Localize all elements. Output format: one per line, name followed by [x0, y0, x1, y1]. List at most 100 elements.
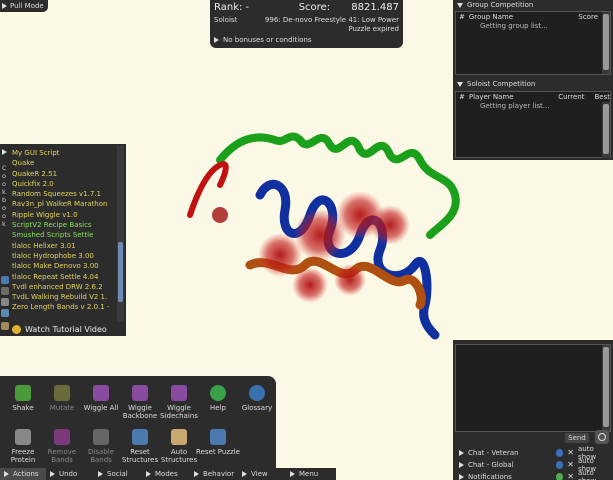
recipe-item[interactable]: Quake	[12, 158, 116, 168]
glossary-icon	[249, 385, 265, 401]
recipe-item[interactable]: Rav3n_pl WalkeR Marathon	[12, 199, 116, 209]
chat-scrollbar[interactable]	[602, 345, 610, 431]
close-icon[interactable]: ✕	[567, 448, 574, 457]
info-icon[interactable]	[555, 460, 564, 469]
bonuses-toggle[interactable]: No bonuses or conditions	[214, 36, 399, 44]
share-icon[interactable]	[1, 309, 9, 317]
recipe-item[interactable]: Tvdl enhanced DRW 2.6.2	[12, 282, 116, 292]
protein-viewport[interactable]	[180, 115, 480, 345]
send-button[interactable]: Send	[565, 433, 589, 443]
recipe-item[interactable]: tlaloc Repeat Settle 4.04	[12, 272, 116, 282]
tab-label: Social	[107, 470, 128, 478]
clock-icon[interactable]	[595, 430, 609, 444]
edit-icon[interactable]	[1, 322, 9, 330]
auto-structures-icon	[171, 429, 187, 445]
reset-puzzle-button[interactable]: Reset Puzzle	[196, 429, 240, 456]
watch-tutorial-label: Watch Tutorial Video	[25, 325, 107, 334]
group-list[interactable]: # Group Name Score Getting group list...	[455, 11, 611, 75]
tab-actions[interactable]: Actions	[0, 468, 46, 480]
expand-arrow-icon	[2, 3, 7, 9]
action-label: Mutate	[49, 404, 75, 412]
info-icon[interactable]	[555, 448, 564, 457]
col-score: Score	[578, 13, 598, 21]
group-scrollbar[interactable]	[602, 12, 610, 74]
puzzle-name: 996: De-novo Freestyle 41: Low Power	[264, 16, 399, 24]
add-recipe-icon[interactable]	[1, 276, 9, 284]
reset-structures-button[interactable]: Reset Structures	[118, 429, 162, 464]
auto-show-label[interactable]: auto show	[578, 469, 613, 480]
auto-structures-button[interactable]: Auto Structures	[157, 429, 201, 464]
freeze-icon	[15, 429, 31, 445]
disable-bands-icon	[93, 429, 109, 445]
reset-structures-icon	[132, 429, 148, 445]
smiley-icon	[12, 325, 21, 334]
recipe-item[interactable]: Random Squeezes v1.7.1	[12, 189, 116, 199]
score-label: Score:	[298, 2, 331, 13]
tab-view[interactable]: View	[238, 468, 286, 480]
pull-mode-label: Pull Mode	[10, 2, 44, 10]
info-icon[interactable]	[555, 472, 564, 480]
shake-button[interactable]: Shake	[1, 385, 45, 412]
mutate-button[interactable]: Mutate	[40, 385, 84, 412]
wiggle-all-button[interactable]: Wiggle All	[79, 385, 123, 412]
glow-sphere	[370, 205, 410, 245]
close-icon[interactable]: ✕	[567, 460, 574, 469]
close-icon[interactable]: ✕	[567, 472, 574, 480]
actions-panel: Shake Mutate Wiggle All Wiggle Backbone Wigg…	[0, 376, 276, 468]
cookbook-panel: Cookbook My GUI Script Quake QuakeR 2.51 Qu…	[0, 144, 126, 336]
wiggle-backbone-button[interactable]: Wiggle Backbone	[118, 385, 162, 420]
chat-message-area[interactable]	[455, 344, 611, 432]
tab-menu[interactable]: Menu	[286, 468, 334, 480]
glow-sphere	[334, 264, 366, 296]
glossary-button[interactable]: Glossary	[235, 385, 279, 412]
tab-modes[interactable]: Modes	[142, 468, 190, 480]
tab-label: Actions	[13, 470, 39, 478]
recipe-item[interactable]: tlaloc Helixer 3.01	[12, 241, 116, 251]
action-label: Auto Structures	[160, 448, 198, 464]
score-value: 8821.487	[351, 2, 399, 13]
expand-arrow-icon	[4, 471, 9, 477]
recipe-item[interactable]: TvdL Walking Rebuild V2 1.	[12, 292, 116, 302]
chat-channel-row[interactable]: Notifications ✕ auto show	[453, 469, 613, 480]
group-competition-header[interactable]: Group Competition	[453, 0, 613, 10]
collapse-arrow-icon	[457, 81, 463, 87]
cookbook-scrollbar[interactable]	[117, 146, 124, 322]
action-label: Remove Bands	[47, 448, 77, 464]
player-scrollbar[interactable]	[602, 102, 610, 158]
col-best: Best	[594, 93, 610, 101]
chat-channel-label: Chat - Global	[468, 460, 514, 469]
help-button[interactable]: Help	[196, 385, 240, 412]
freeze-button[interactable]: Freeze Protein	[1, 429, 45, 464]
recipe-item[interactable]: ScriptV2 Recipe Basics	[12, 220, 116, 230]
action-label: Disable Bands	[88, 448, 114, 464]
recipe-item[interactable]: tlaloc Hydrophobe 3.00	[12, 251, 116, 261]
script-icon[interactable]	[1, 298, 9, 306]
action-label: Wiggle All	[83, 404, 119, 412]
player-list[interactable]: # Player Name Current Best Getting playe…	[455, 91, 611, 158]
recipe-item[interactable]: Zero Length Bands v 2.0.1 -	[12, 302, 116, 312]
recipe-item[interactable]: QuakeR 2.51	[12, 169, 116, 179]
cookbook-tab-label: Cookbook	[2, 164, 7, 228]
soloist-competition-header[interactable]: Soloist Competition	[453, 79, 535, 89]
tab-undo[interactable]: Undo	[46, 468, 94, 480]
watch-tutorial-button[interactable]: Watch Tutorial Video	[12, 325, 107, 334]
remove-bands-button[interactable]: Remove Bands	[40, 429, 84, 464]
soloist-competition-title: Soloist Competition	[467, 80, 536, 88]
recipe-item[interactable]: tlaloc Make Denovo 3.00	[12, 261, 116, 271]
collapse-arrow-icon	[457, 2, 463, 8]
disable-bands-button[interactable]: Disable Bands	[79, 429, 123, 464]
recipe-item[interactable]: Smushed Scripts Settle	[12, 230, 116, 240]
col-num: #	[459, 93, 465, 101]
wiggle-sidechains-button[interactable]: Wiggle Sidechains	[157, 385, 201, 420]
recipe-item[interactable]: Ripple Wiggle v1.0	[12, 210, 116, 220]
cookbook-tab[interactable]: Cookbook	[0, 144, 10, 336]
tab-label: Behavior	[203, 470, 235, 478]
tab-behavior[interactable]: Behavior	[190, 468, 238, 480]
pull-mode-button[interactable]: Pull Mode	[0, 0, 48, 12]
action-label: Wiggle Sidechains	[160, 404, 198, 420]
tab-social[interactable]: Social	[94, 468, 142, 480]
recipe-item[interactable]: Quickfix 2.0	[12, 179, 116, 189]
folder-icon[interactable]	[1, 287, 9, 295]
recipe-item[interactable]: My GUI Script	[12, 148, 116, 158]
chat-channel-label: Notifications	[468, 472, 512, 480]
